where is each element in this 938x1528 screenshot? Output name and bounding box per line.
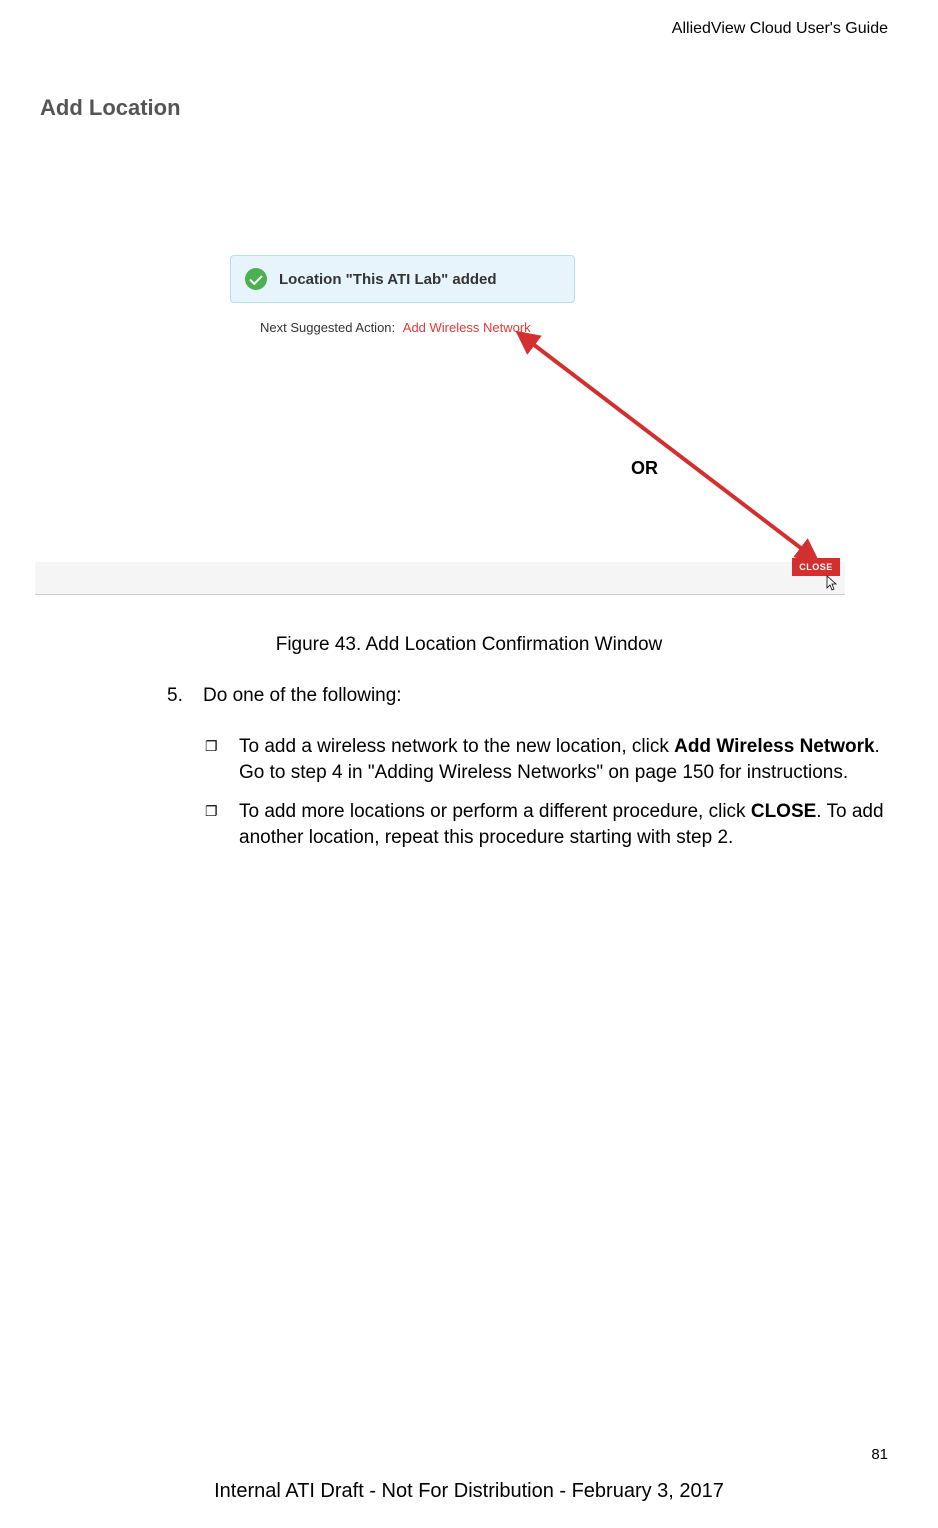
- next-action-row: Next Suggested Action: Add Wireless Netw…: [260, 320, 531, 335]
- document-footer: Internal ATI Draft - Not For Distributio…: [0, 1480, 938, 1503]
- document-header: AlliedView Cloud User's Guide: [672, 20, 888, 38]
- bullet-text: To add more locations or perform a diffe…: [239, 799, 885, 850]
- bullet-icon: ❐: [205, 799, 239, 850]
- step-text: Do one of the following:: [203, 685, 402, 707]
- check-icon: [245, 268, 267, 290]
- step-number: 5.: [167, 685, 203, 707]
- page-number: 81: [871, 1446, 888, 1463]
- annotation-arrow: [510, 330, 820, 565]
- bullet-icon: ❐: [205, 734, 239, 785]
- embedded-screenshot: Add Location Location "This ATI Lab" add…: [35, 85, 845, 600]
- success-notification: Location "This ATI Lab" added: [230, 255, 575, 303]
- dialog-footer-bar: [35, 562, 845, 595]
- or-label: OR: [631, 458, 658, 479]
- dialog-title: Add Location: [40, 95, 181, 121]
- step-5: 5. Do one of the following:: [167, 685, 887, 707]
- cursor-icon: [824, 575, 842, 593]
- list-item: ❐ To add a wireless network to the new l…: [205, 734, 885, 785]
- list-item: ❐ To add more locations or perform a dif…: [205, 799, 885, 850]
- figure-caption: Figure 43. Add Location Confirmation Win…: [0, 634, 938, 656]
- bullet-text: To add a wireless network to the new loc…: [239, 734, 885, 785]
- success-text: Location "This ATI Lab" added: [279, 271, 497, 288]
- close-button[interactable]: CLOSE: [792, 558, 840, 576]
- add-wireless-network-link[interactable]: Add Wireless Network: [403, 320, 531, 335]
- bullet-list: ❐ To add a wireless network to the new l…: [205, 734, 885, 865]
- next-action-label: Next Suggested Action:: [260, 320, 395, 335]
